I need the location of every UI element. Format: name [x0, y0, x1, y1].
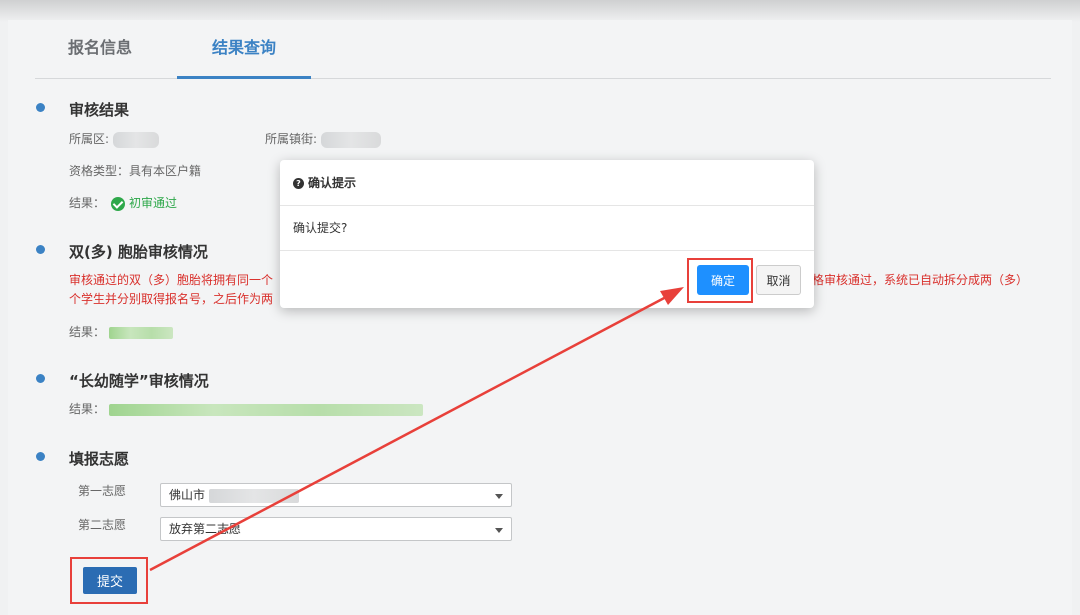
arrow-head	[660, 287, 684, 305]
arrow-line	[149, 294, 669, 572]
page-background: 报名信息 结果查询 审核结果 所属区: 所属镇街: 资格类型：具有本区户籍 结果…	[0, 0, 1080, 615]
annotation-arrow	[149, 287, 684, 572]
